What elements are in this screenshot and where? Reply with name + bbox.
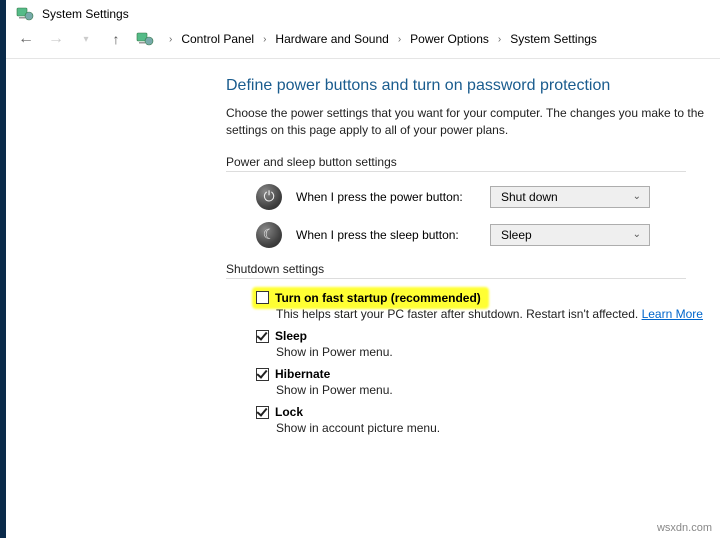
lock-desc: Show in account picture menu.: [276, 421, 720, 435]
fast-startup-row: Turn on fast startup (recommended): [254, 289, 487, 307]
up-button[interactable]: ↑: [106, 31, 126, 47]
titlebar: System Settings: [6, 0, 720, 26]
sleep-button-label: When I press the sleep button:: [296, 228, 476, 242]
breadcrumb-icon: [136, 31, 154, 47]
dropdown-value: Sleep: [501, 228, 532, 242]
hibernate-row: Hibernate: [256, 367, 720, 381]
sleep-row: Sleep: [256, 329, 720, 343]
system-settings-icon: [16, 6, 34, 22]
chevron-right-icon: ›: [168, 34, 173, 45]
recent-dropdown-icon[interactable]: ▾: [76, 34, 96, 45]
chevron-down-icon: ⌄: [633, 191, 641, 202]
sleep-button-dropdown[interactable]: Sleep ⌄: [490, 224, 650, 246]
chevron-right-icon: ›: [397, 34, 402, 45]
breadcrumb[interactable]: › Control Panel › Hardware and Sound › P…: [164, 30, 601, 48]
breadcrumb-item[interactable]: Control Panel: [177, 30, 258, 48]
breadcrumb-item[interactable]: Power Options: [406, 30, 493, 48]
window-title: System Settings: [42, 7, 129, 21]
chevron-down-icon: ⌄: [633, 229, 641, 240]
chevron-right-icon: ›: [497, 34, 502, 45]
breadcrumb-item[interactable]: System Settings: [506, 30, 601, 48]
fast-startup-label: Turn on fast startup (recommended): [275, 291, 481, 305]
hibernate-label: Hibernate: [275, 367, 330, 381]
page-description: Choose the power settings that you want …: [226, 105, 720, 139]
breadcrumb-item[interactable]: Hardware and Sound: [271, 30, 392, 48]
power-button-label: When I press the power button:: [296, 190, 476, 204]
power-icon: ⏻: [256, 184, 282, 210]
fast-startup-desc-text: This helps start your PC faster after sh…: [276, 307, 642, 321]
power-sleep-header: Power and sleep button settings: [226, 155, 686, 172]
sleep-desc: Show in Power menu.: [276, 345, 720, 359]
lock-row: Lock: [256, 405, 720, 419]
page-title: Define power buttons and turn on passwor…: [226, 77, 720, 95]
sleep-button-row: ☾ When I press the sleep button: Sleep ⌄: [256, 222, 720, 248]
chevron-right-icon: ›: [262, 34, 267, 45]
sleep-icon: ☾: [256, 222, 282, 248]
navigation-bar: ← → ▾ ↑ › Control Panel › Hardware and S…: [6, 26, 720, 59]
forward-button[interactable]: →: [46, 30, 66, 48]
back-button[interactable]: ←: [16, 30, 36, 48]
lock-label: Lock: [275, 405, 303, 419]
sleep-checkbox[interactable]: [256, 330, 269, 343]
shutdown-header: Shutdown settings: [226, 262, 686, 279]
hibernate-desc: Show in Power menu.: [276, 383, 720, 397]
dropdown-value: Shut down: [501, 190, 558, 204]
content-area: Define power buttons and turn on passwor…: [6, 59, 720, 435]
fast-startup-desc: This helps start your PC faster after sh…: [276, 307, 720, 321]
hibernate-checkbox[interactable]: [256, 368, 269, 381]
lock-checkbox[interactable]: [256, 406, 269, 419]
watermark: wsxdn.com: [657, 522, 712, 534]
power-button-dropdown[interactable]: Shut down ⌄: [490, 186, 650, 208]
learn-more-link[interactable]: Learn More: [642, 307, 703, 321]
power-button-row: ⏻ When I press the power button: Shut do…: [256, 184, 720, 210]
fast-startup-checkbox[interactable]: [256, 291, 269, 304]
sleep-label: Sleep: [275, 329, 307, 343]
